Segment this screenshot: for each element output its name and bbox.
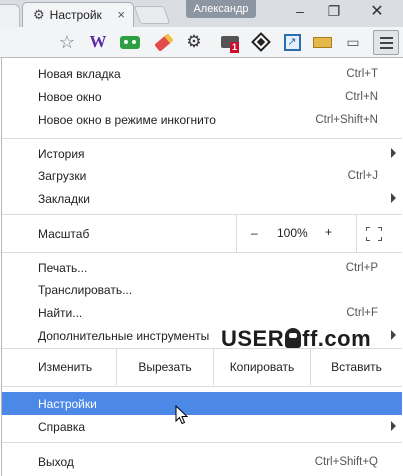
diamond-extension-icon[interactable]	[249, 31, 273, 53]
mascot-icon	[285, 328, 302, 348]
menu-item-history[interactable]: История	[2, 142, 402, 165]
menu-item-label: Новое окно	[38, 89, 102, 104]
profile-button[interactable]: Александр	[186, 0, 256, 18]
menu-item-shortcut: Ctrl+N	[345, 90, 378, 103]
menu-item-settings[interactable]: Настройки	[2, 392, 402, 415]
edit-label: Изменить	[38, 360, 93, 374]
menu-separator	[2, 442, 402, 443]
menu-item-print[interactable]: Печать... Ctrl+P	[2, 256, 402, 279]
menu-item-label: Настройки	[38, 396, 97, 411]
tab-title: Настройк	[49, 8, 102, 22]
zoom-out-button[interactable]: –	[251, 226, 258, 240]
minimize-button[interactable]: –	[283, 0, 317, 22]
zoom-controls: – 100% +	[236, 215, 356, 252]
menu-item-shortcut: Ctrl+Shift+Q	[314, 455, 378, 468]
menu-item-bookmarks[interactable]: Закладки	[2, 187, 402, 210]
menu-item-label: Печать...	[38, 260, 88, 275]
menu-item-label: Загрузки	[38, 168, 87, 183]
menu-item-label: Новая вкладка	[38, 66, 121, 81]
wikipedia-extension-icon[interactable]: W	[86, 31, 110, 53]
submenu-arrow-icon	[391, 193, 396, 203]
camera-extension-icon[interactable]: 1	[218, 31, 242, 53]
menu-item-label: Выход	[38, 454, 74, 469]
menu-item-label: История	[38, 146, 85, 161]
menu-item-label: Найти...	[38, 305, 83, 320]
gear-extension-icon[interactable]: ⚙	[182, 31, 206, 53]
zoom-label: Масштаб	[38, 226, 90, 241]
extension-badge: 1	[230, 42, 240, 53]
menu-item-label: Новое окно в режиме инкогнито	[38, 112, 216, 127]
menu-item-edit: Изменить Вырезать Копировать Вставить	[2, 349, 402, 385]
menu-separator	[2, 138, 402, 139]
zoom-value: 100%	[277, 226, 308, 240]
menu-item-new-tab[interactable]: Новая вкладка Ctrl+T	[2, 62, 402, 85]
menu-item-shortcut: Ctrl+J	[347, 169, 378, 182]
menu-item-cast[interactable]: Транслировать...	[2, 278, 402, 301]
tab-settings[interactable]: ⚙ Настройк ×	[22, 2, 134, 27]
menu-item-label: Закладки	[38, 191, 90, 206]
zoom-in-button[interactable]: +	[325, 225, 332, 239]
close-window-button[interactable]: ✕	[360, 0, 394, 22]
cut-button[interactable]: Вырезать	[116, 349, 213, 385]
menu-item-zoom: Масштаб – 100% +	[2, 215, 402, 252]
cast-icon[interactable]: ▭	[341, 31, 365, 53]
menu-separator	[2, 252, 402, 253]
menu-item-label: Транслировать...	[38, 282, 133, 297]
menu-item-shortcut: Ctrl+F	[346, 306, 378, 319]
eraser-extension-icon[interactable]	[152, 31, 176, 53]
menu-item-exit[interactable]: Выход Ctrl+Shift+Q	[2, 450, 402, 473]
arrow-extension-icon[interactable]: ↗	[280, 31, 304, 53]
menu-item-label: Дополнительные инструменты	[38, 328, 210, 343]
chrome-menu-button[interactable]	[373, 30, 399, 55]
menu-item-find[interactable]: Найти... Ctrl+F	[2, 301, 402, 324]
menu-item-new-window[interactable]: Новое окно Ctrl+N	[2, 85, 402, 108]
menu-item-shortcut: Ctrl+Shift+N	[315, 113, 378, 126]
submenu-arrow-icon	[391, 148, 396, 158]
menu-separator	[2, 386, 402, 387]
chrome-main-menu: Новая вкладка Ctrl+T Новое окно Ctrl+N Н…	[1, 57, 403, 476]
browser-toolbar: ☆ W ⚙ 1 ↗ ▭	[0, 27, 403, 58]
menu-item-help[interactable]: Справка	[2, 415, 402, 438]
robot-extension-icon[interactable]	[118, 31, 142, 53]
new-tab-button[interactable]	[133, 6, 171, 24]
title-bar: ⚙ Настройк × Александр – ❐ ✕	[0, 0, 403, 27]
menu-item-shortcut: Ctrl+T	[346, 67, 378, 80]
restore-button[interactable]: ❐	[317, 0, 351, 22]
submenu-arrow-icon	[391, 421, 396, 431]
previous-tab[interactable]	[0, 4, 20, 27]
menu-item-downloads[interactable]: Загрузки Ctrl+J	[2, 164, 402, 187]
close-tab-icon[interactable]: ×	[117, 7, 125, 22]
ruler-extension-icon[interactable]	[310, 31, 334, 53]
menu-item-incognito[interactable]: Новое окно в режиме инкогнито Ctrl+Shift…	[2, 108, 402, 131]
paste-button[interactable]: Вставить	[310, 349, 402, 385]
fullscreen-icon[interactable]	[366, 227, 382, 241]
bookmark-star-icon[interactable]: ☆	[55, 31, 79, 53]
gear-icon: ⚙	[33, 7, 45, 22]
copy-button[interactable]: Копировать	[213, 349, 310, 385]
mouse-cursor-icon	[175, 405, 189, 425]
submenu-arrow-icon	[391, 330, 396, 340]
menu-item-label: Справка	[38, 419, 86, 434]
menu-item-shortcut: Ctrl+P	[345, 261, 378, 274]
